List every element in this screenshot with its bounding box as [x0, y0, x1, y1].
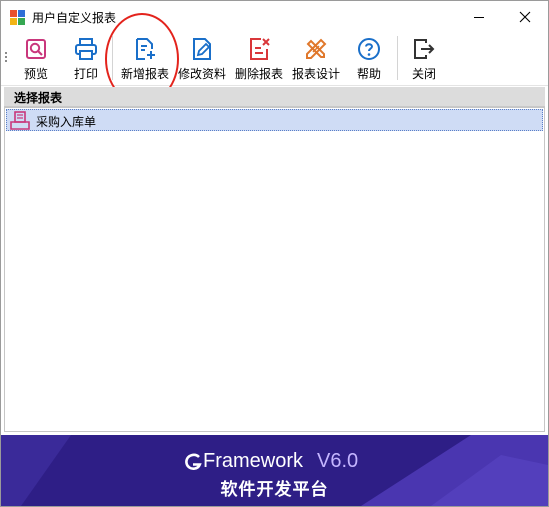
minimize-icon	[474, 17, 484, 18]
delete-report-label: 删除报表	[234, 67, 283, 81]
brand-tagline: 软件开发平台	[220, 480, 329, 500]
close-button[interactable]: 关闭	[405, 33, 443, 85]
edit-info-label: 修改资料	[177, 67, 226, 81]
help-button[interactable]: 帮助	[351, 33, 387, 85]
toolbar: 预览 打印 新增报表 修改资料 删除报表 报表设计 帮助 关闭	[1, 33, 548, 86]
preview-label: 预览	[23, 67, 48, 81]
brand-version: V6.0	[317, 450, 359, 472]
help-label: 帮助	[356, 67, 381, 81]
print-button[interactable]: 打印	[65, 33, 107, 85]
report-name: 采购入库单	[36, 115, 97, 129]
brand-name: Framework	[203, 450, 304, 472]
delete-document-icon	[250, 38, 270, 60]
title-bar: 用户自定义报表	[1, 1, 548, 33]
close-window-button[interactable]	[502, 1, 548, 33]
edit-icon	[193, 38, 211, 60]
preview-button[interactable]: 预览	[15, 33, 57, 85]
close-icon	[519, 11, 531, 23]
panel-header-label: 选择报表	[14, 91, 63, 105]
framework-logo-icon	[185, 453, 202, 470]
toolbar-grip[interactable]	[5, 52, 8, 66]
report-icon	[10, 111, 30, 130]
close-label: 关闭	[411, 67, 436, 81]
report-window: 用户自定义报表 预览 打印 新增报表 修改资料 删除报表 报表设计 帮助 关闭 …	[0, 0, 549, 507]
help-icon	[358, 38, 380, 60]
exit-icon	[414, 39, 435, 59]
panel-header: 选择报表	[4, 87, 545, 107]
report-list[interactable]: 采购入库单	[4, 107, 545, 432]
design-report-button[interactable]: 报表设计	[291, 33, 341, 85]
window-title: 用户自定义报表	[32, 11, 117, 25]
design-tools-icon	[306, 38, 327, 59]
app-icon	[10, 10, 25, 25]
edit-info-button[interactable]: 修改资料	[177, 33, 227, 85]
printer-icon	[75, 38, 97, 60]
minimize-button[interactable]	[456, 1, 502, 33]
toolbar-separator	[397, 36, 398, 80]
delete-report-button[interactable]: 删除报表	[234, 33, 284, 85]
preview-icon	[26, 39, 46, 59]
brand-banner: Framework V6.0 软件开发平台	[1, 435, 548, 506]
design-report-label: 报表设计	[291, 67, 340, 81]
list-item[interactable]: 采购入库单	[6, 109, 543, 131]
